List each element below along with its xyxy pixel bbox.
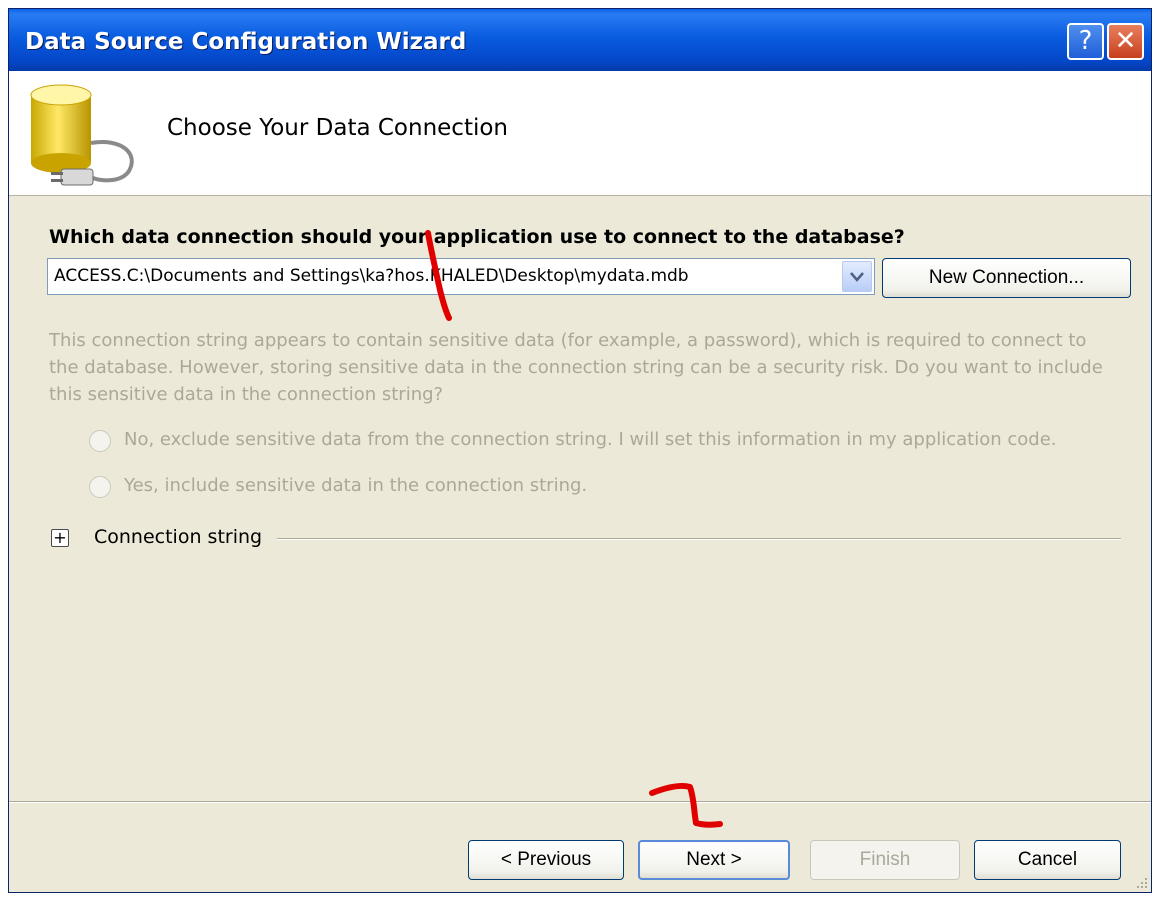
title-bar[interactable]: Data Source Configuration Wizard ? ✕ [9,9,1151,71]
footer-divider [9,801,1151,803]
wizard-header: Choose Your Data Connection [9,71,1151,196]
sensitive-data-message: This connection string appears to contai… [49,330,1103,405]
help-icon: ? [1078,26,1093,56]
finish-button: Finish [810,840,960,880]
resize-grip-icon[interactable] [1133,874,1149,890]
page-title: Choose Your Data Connection [167,115,509,141]
radio-button[interactable] [89,476,111,498]
new-connection-button[interactable]: New Connection... [882,258,1131,298]
close-button[interactable]: ✕ [1107,23,1144,60]
connection-string-expander[interactable]: + [51,528,69,547]
plus-icon: + [53,528,67,547]
wizard-window: Data Source Configuration Wizard ? ✕ Cho… [8,8,1152,893]
radio-button[interactable] [89,430,111,452]
chevron-down-icon [850,272,864,282]
connection-dropdown[interactable]: ACCESS.C:\Documents and Settings\ka?hos.… [47,258,875,295]
dropdown-arrow-button[interactable] [842,261,872,292]
window-title: Data Source Configuration Wizard [25,29,467,55]
database-plug-icon [30,84,134,186]
help-button[interactable]: ? [1067,23,1104,60]
connection-string-label[interactable]: Connection string [94,526,262,548]
radio-exclude-label: No, exclude sensitive data from the conn… [124,429,1057,450]
cancel-button[interactable]: Cancel [974,840,1121,880]
connection-question: Which data connection should your applic… [49,226,905,248]
next-button[interactable]: Next > [638,840,790,880]
close-icon: ✕ [1114,26,1137,56]
previous-button[interactable]: < Previous [468,840,624,880]
connection-dropdown-value: ACCESS.C:\Documents and Settings\ka?hos.… [54,266,689,286]
radio-include-label: Yes, include sensitive data in the conne… [124,475,588,496]
divider [277,538,1121,540]
